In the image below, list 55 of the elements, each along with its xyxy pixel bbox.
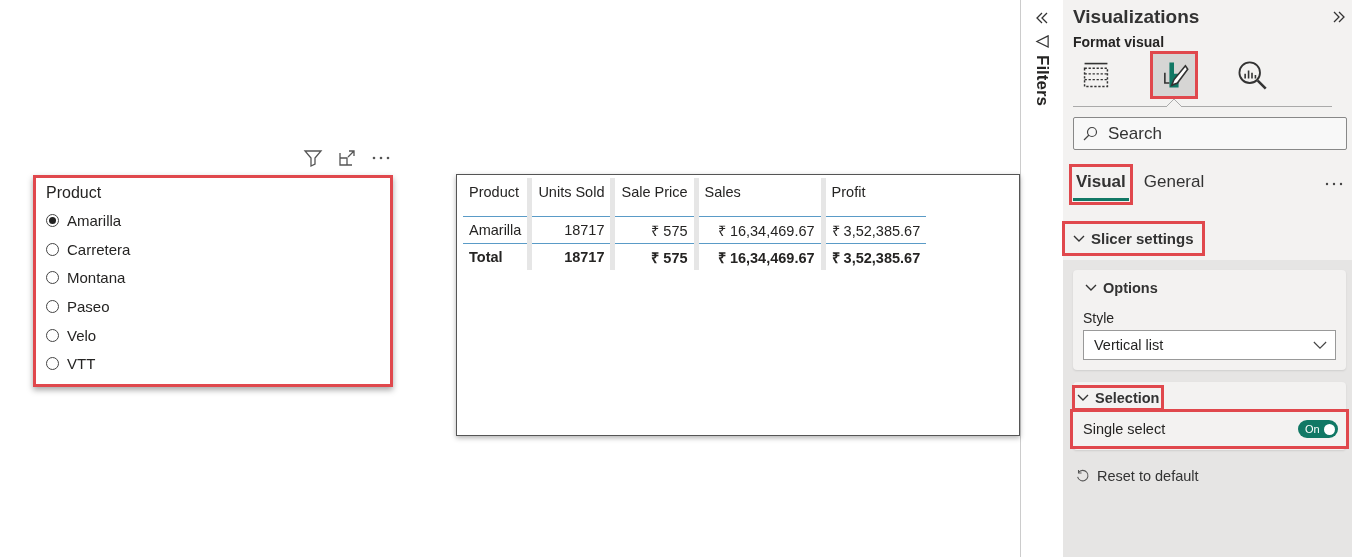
column-header[interactable]: Profit xyxy=(823,178,927,217)
option-label: Montana xyxy=(67,269,126,287)
focus-mode-icon[interactable] xyxy=(336,148,358,168)
field-label: Style xyxy=(1083,310,1116,326)
radio-option[interactable]: Carretera xyxy=(46,234,380,264)
option-label: Amarilla xyxy=(67,211,122,229)
section-header[interactable]: Slicer settings xyxy=(1065,224,1202,253)
chevron-icon xyxy=(1085,284,1097,292)
chevron-icon xyxy=(1313,340,1327,350)
total-cell: 18717 xyxy=(529,243,613,270)
total-cell: Total xyxy=(463,243,530,270)
column-header[interactable]: Sale Price xyxy=(612,178,697,217)
style-dropdown[interactable]: Vertical list xyxy=(1083,330,1336,360)
filters-label[interactable]: Filters xyxy=(1032,55,1052,107)
collapse-icon[interactable] xyxy=(1035,12,1049,24)
table-cell: 18717 xyxy=(529,216,613,244)
column-header[interactable]: Sales xyxy=(696,178,824,217)
format-visual-tab[interactable] xyxy=(1153,54,1195,96)
table-cell: Amarilla xyxy=(463,216,530,244)
table-cell: ₹ 16,34,469.67 xyxy=(696,216,824,244)
search-field[interactable]: Search xyxy=(1073,117,1347,150)
table-cell: ₹ 575 xyxy=(612,216,697,244)
radio-option[interactable]: Velo xyxy=(46,320,380,350)
radio-option[interactable]: Paseo xyxy=(46,292,380,321)
option-label: VTT xyxy=(67,355,96,373)
more-options-icon[interactable] xyxy=(370,155,392,161)
column-header[interactable]: Units Sold xyxy=(529,178,613,217)
pane-title: Visualizations xyxy=(1073,6,1200,28)
magnifier-chart-icon xyxy=(1236,59,1268,91)
more-options-icon[interactable] xyxy=(1324,181,1344,187)
slicer-title: Product xyxy=(46,184,103,202)
total-cell: ₹ 575 xyxy=(612,243,697,270)
expand-icon[interactable] xyxy=(1332,11,1346,23)
total-cell: ₹ 3,52,385.67 xyxy=(823,243,927,270)
card-header[interactable]: Selection xyxy=(1075,388,1162,408)
filter-icon[interactable] xyxy=(302,148,324,168)
total-cell: ₹ 16,34,469.67 xyxy=(696,243,824,270)
radio-option[interactable]: Montana xyxy=(46,263,380,292)
tab[interactable]: General xyxy=(1140,167,1208,201)
filter-icon[interactable] xyxy=(1034,34,1050,49)
option-label: Paseo xyxy=(67,297,110,315)
toggle-switch[interactable]: On xyxy=(1298,420,1338,438)
chevron-icon xyxy=(1073,234,1085,243)
chevron-icon xyxy=(1077,394,1089,402)
table-cell: ₹ 3,52,385.67 xyxy=(823,216,927,244)
pane-subtitle: Format visual xyxy=(1073,34,1166,50)
card-header[interactable]: Options xyxy=(1083,278,1160,298)
option-label: Velo xyxy=(67,326,97,344)
reset-icon xyxy=(1075,469,1089,483)
column-header[interactable]: Product xyxy=(463,178,530,217)
radio-option[interactable]: Amarilla xyxy=(46,206,380,235)
toggle-label: Single select xyxy=(1083,421,1166,437)
option-label: Carretera xyxy=(67,240,131,258)
radio-option[interactable]: VTT xyxy=(46,349,380,379)
reset-link[interactable]: Reset to default xyxy=(1073,468,1201,484)
